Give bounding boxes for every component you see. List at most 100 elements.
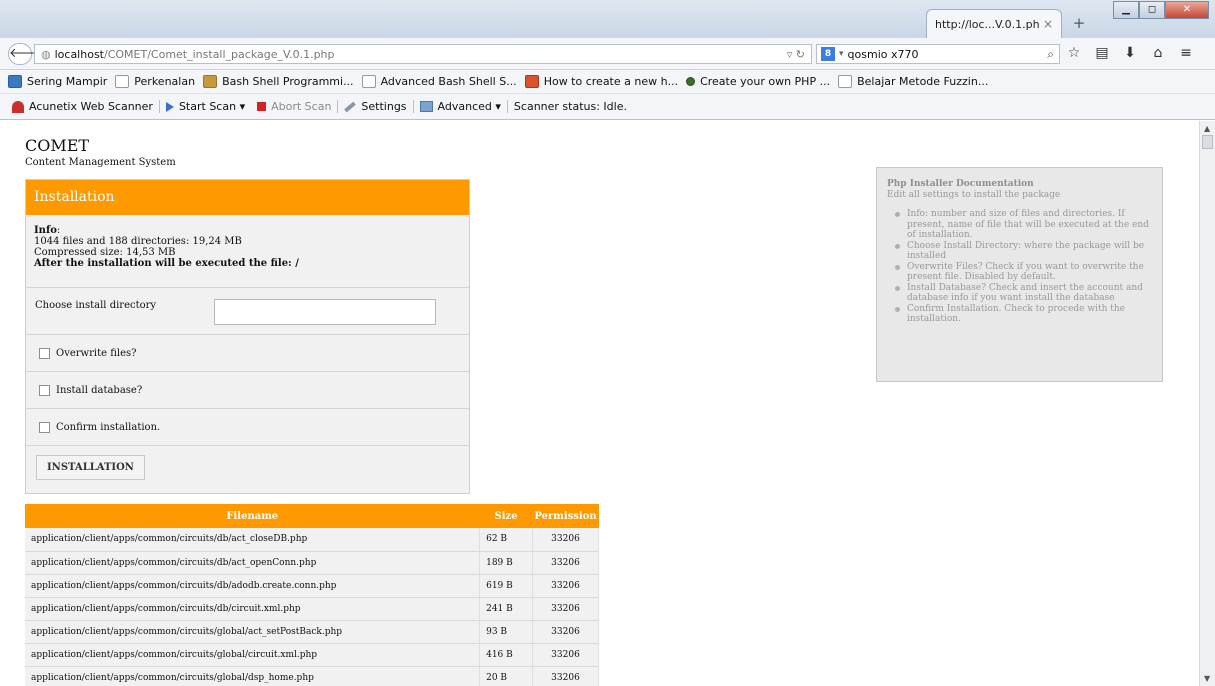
- confirm-checkbox[interactable]: [39, 421, 50, 433]
- new-tab-button[interactable]: +: [1070, 14, 1088, 32]
- doc-item: Install Database? Check and insert the a…: [895, 283, 1152, 304]
- navigation-bar: 🡐 ◍ localhost /COMET/Comet_install_packa…: [0, 38, 1215, 70]
- download-icon[interactable]: ⬇: [1122, 45, 1138, 61]
- filename-cell: application/client/apps/common/circuits/…: [25, 666, 481, 686]
- page-icon: [115, 75, 130, 88]
- scroll-down-icon[interactable]: ▼: [1204, 674, 1210, 683]
- scanner-status: Scanner status: Idle.: [506, 100, 633, 113]
- bookmark-star-icon[interactable]: ☆: [1066, 45, 1082, 61]
- size-cell: 619 B: [479, 574, 533, 598]
- permission-cell: 33206: [532, 528, 599, 552]
- abort-scan-button[interactable]: Abort Scan: [251, 100, 337, 113]
- bookmark-item[interactable]: Bash Shell Programmi...: [203, 75, 354, 88]
- permission-header: Permission: [532, 504, 599, 528]
- install-directory-label: Choose install directory: [35, 300, 157, 311]
- doc-subtitle: Edit all settings to install the package: [887, 189, 1061, 200]
- overwrite-label: Overwrite files?: [56, 347, 137, 359]
- globe-icon: ◍: [41, 47, 51, 61]
- bookmark-label: How to create a new h...: [543, 75, 679, 88]
- advanced-label: Advanced: [437, 100, 492, 113]
- filename-header: Filename: [25, 504, 480, 528]
- bookmark-icon: [203, 75, 218, 88]
- size-cell: 62 B: [479, 528, 533, 552]
- address-bar[interactable]: ◍ localhost /COMET/Comet_install_package…: [34, 44, 812, 64]
- info-line: 1044 files and 188 directories: 19,24 MB: [34, 236, 242, 247]
- table-row: application/client/apps/common/circuits/…: [25, 597, 599, 621]
- close-window-button[interactable]: ✕: [1165, 1, 1209, 19]
- page-title: COMET: [25, 136, 90, 155]
- vertical-scrollbar[interactable]: ▲ ▼: [1199, 121, 1215, 686]
- page-subtitle: Content Management System: [25, 157, 176, 168]
- bookmark-item[interactable]: How to create a new h...: [524, 75, 679, 88]
- size-cell: 93 B: [479, 620, 533, 644]
- install-directory-row: Choose install directory: [26, 288, 469, 335]
- advanced-button[interactable]: Advanced ▾: [412, 100, 507, 113]
- overwrite-checkbox[interactable]: [39, 347, 50, 359]
- acunetix-toolbar: Acunetix Web Scanner Start Scan ▾ Abort …: [0, 94, 1215, 120]
- info-label: Info: [34, 225, 57, 236]
- confirm-label: Confirm installation.: [56, 421, 161, 433]
- scroll-up-icon[interactable]: ▲: [1204, 124, 1210, 133]
- filename-cell: application/client/apps/common/circuits/…: [25, 620, 481, 644]
- button-row: INSTALLATION: [26, 446, 469, 484]
- bookmark-item[interactable]: Belajar Metode Fuzzin...: [838, 75, 988, 88]
- search-bar[interactable]: 8 ▾ qosmio x770 ⌕: [816, 44, 1060, 64]
- size-cell: 20 B: [479, 666, 533, 686]
- wrench-icon: [344, 101, 357, 112]
- chevron-down-icon[interactable]: ▾: [839, 49, 844, 59]
- start-scan-button[interactable]: Start Scan ▾: [158, 100, 251, 113]
- permission-cell: 33206: [532, 620, 599, 644]
- acunetix-label: Acunetix Web Scanner: [29, 100, 153, 113]
- settings-label: Settings: [361, 100, 407, 113]
- minimize-button[interactable]: ▁: [1113, 1, 1139, 19]
- doc-list: Info: number and size of files and direc…: [887, 209, 1152, 325]
- search-input[interactable]: qosmio x770: [848, 48, 919, 61]
- scrollbar-thumb[interactable]: [1202, 135, 1213, 149]
- bookmark-item[interactable]: Create your own PHP ...: [686, 75, 830, 88]
- bookmark-icon: [524, 75, 539, 88]
- doc-title: Php Installer Documentation: [887, 179, 1034, 189]
- bookmark-item[interactable]: Advanced Bash Shell S...: [361, 75, 517, 88]
- menu-icon[interactable]: ≡: [1178, 45, 1194, 61]
- overwrite-row: Overwrite files?: [26, 335, 469, 372]
- back-button[interactable]: 🡐: [8, 43, 44, 65]
- bookmark-item[interactable]: Sering Mampir: [8, 75, 107, 88]
- bookmark-label: Advanced Bash Shell S...: [380, 75, 517, 88]
- search-icon[interactable]: ⌕: [1047, 47, 1054, 62]
- doc-item: Choose Install Directory: where the pack…: [895, 241, 1152, 262]
- bookmarks-list-icon[interactable]: ▤: [1094, 45, 1110, 61]
- installation-panel: Installation Info: 1044 files and 188 di…: [25, 179, 470, 494]
- browser-tab[interactable]: http://loc...V.0.1.php ×: [926, 9, 1062, 38]
- reload-icon[interactable]: ▿ ↻: [787, 48, 805, 61]
- installation-button[interactable]: INSTALLATION: [36, 455, 145, 480]
- bookmark-label: Belajar Metode Fuzzin...: [857, 75, 989, 88]
- bookmark-label: Perkenalan: [134, 75, 196, 88]
- filename-cell: application/client/apps/common/circuits/…: [25, 528, 481, 552]
- filename-cell: application/client/apps/common/circuits/…: [25, 551, 481, 575]
- permission-cell: 33206: [532, 643, 599, 667]
- google-icon[interactable]: 8: [821, 47, 835, 61]
- settings-button[interactable]: Settings: [337, 100, 412, 113]
- bookmark-icon: [686, 77, 696, 86]
- bookmark-item[interactable]: Perkenalan: [115, 75, 195, 88]
- page-viewport: COMET Content Management System Installa…: [8, 121, 1196, 686]
- url-path: /COMET/Comet_install_package_V.0.1.php: [104, 47, 335, 61]
- confirm-row: Confirm installation.: [26, 409, 469, 446]
- info-section: Info: 1044 files and 188 directories: 19…: [26, 215, 469, 288]
- filename-cell: application/client/apps/common/circuits/…: [25, 597, 481, 621]
- database-label: Install database?: [56, 384, 143, 396]
- home-icon[interactable]: ⌂: [1150, 45, 1166, 61]
- size-cell: 416 B: [479, 643, 533, 667]
- permission-cell: 33206: [532, 574, 599, 598]
- start-scan-label: Start Scan: [178, 100, 237, 113]
- maximize-button[interactable]: ◻: [1139, 1, 1165, 19]
- acunetix-button[interactable]: Acunetix Web Scanner: [6, 100, 159, 113]
- doc-item: Confirm Installation. Check to procede w…: [895, 304, 1152, 325]
- window-titlebar: http://loc...V.0.1.php × + ▁ ◻ ✕: [0, 0, 1215, 38]
- table-header-row: Filename Size Permission: [25, 504, 599, 528]
- tab-close-icon[interactable]: ×: [1043, 17, 1053, 31]
- table-row: application/client/apps/common/circuits/…: [25, 643, 599, 667]
- filename-cell: application/client/apps/common/circuits/…: [25, 643, 481, 667]
- database-checkbox[interactable]: [39, 384, 50, 396]
- install-directory-input[interactable]: [214, 299, 436, 325]
